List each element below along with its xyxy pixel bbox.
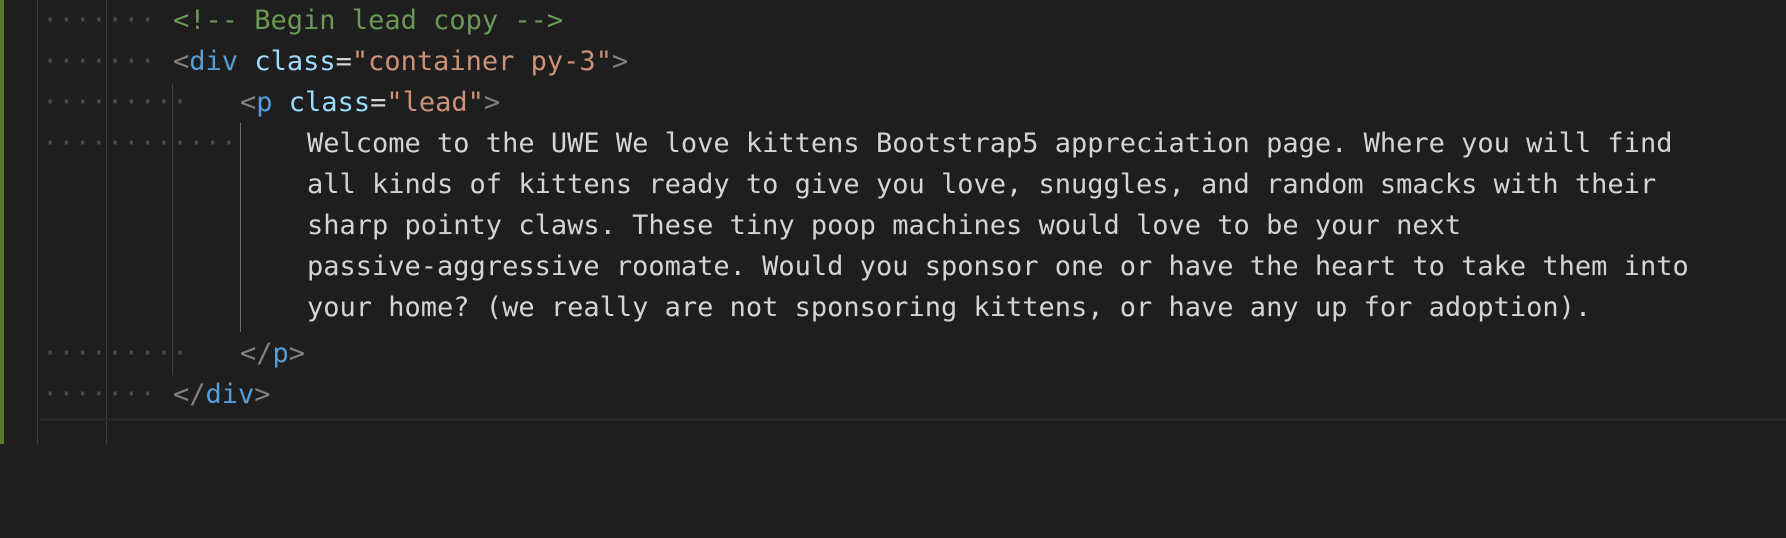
paragraph-text-line: sharp pointy claws. These tiny poop mach…	[307, 210, 1462, 241]
code-line-5[interactable]: all kinds of kittens ready to give you l…	[0, 164, 1786, 205]
whitespace-indent: ·········	[42, 338, 189, 369]
code-line-2[interactable]: ······· <div class="container py-3">	[0, 41, 1786, 82]
code-line-8[interactable]: your home? (we really are not sponsoring…	[0, 287, 1786, 328]
tag-close-bracket: >	[483, 87, 501, 118]
tag-name-p: p	[256, 87, 273, 118]
paragraph-text-line: your home? (we really are not sponsoring…	[307, 292, 1592, 323]
code-line-6[interactable]: sharp pointy claws. These tiny poop mach…	[0, 205, 1786, 246]
whitespace-indent: ·······	[42, 46, 156, 77]
code-line-1[interactable]: ······· <!-- Begin lead copy -->	[0, 0, 1786, 41]
tag-close-bracket: >	[254, 379, 271, 410]
paragraph-text-line: all kinds of kittens ready to give you l…	[307, 169, 1657, 200]
tag-name-div: div	[205, 379, 255, 410]
tag-open-bracket: </	[173, 379, 206, 410]
code-line-10[interactable]: ······· </div>	[0, 374, 1786, 415]
code-editor[interactable]: ······· <!-- Begin lead copy --> ·······…	[0, 0, 1786, 444]
tag-open-bracket: <	[173, 46, 190, 77]
attribute-name: class	[254, 46, 336, 77]
tag-close-bracket: >	[288, 338, 306, 369]
tag-name-div: div	[189, 46, 239, 77]
code-line-3[interactable]: ········· <p class="lead">	[0, 82, 1786, 123]
current-line-highlight	[40, 418, 1786, 421]
attribute-equals: =	[335, 46, 352, 77]
tag-close-bracket: >	[611, 46, 629, 77]
code-line-7[interactable]: passive-aggressive roomate. Would you sp…	[0, 246, 1786, 287]
whitespace-indent: ············	[42, 128, 238, 159]
attribute-value: "lead"	[386, 87, 484, 118]
code-line-9[interactable]: ········· </p>	[0, 333, 1786, 374]
attribute-value: "container py-3"	[351, 46, 612, 77]
tag-open-bracket: <	[240, 87, 257, 118]
attribute-equals: =	[370, 87, 387, 118]
tag-open-bracket: </	[240, 338, 273, 369]
paragraph-text-line: passive-aggressive roomate. Would you sp…	[307, 251, 1689, 282]
tag-name-p: p	[272, 338, 289, 369]
whitespace-indent: ·······	[42, 5, 156, 36]
whitespace-indent: ·······	[42, 379, 156, 410]
whitespace-indent: ·········	[42, 87, 189, 118]
code-line-4[interactable]: ············ Welcome to the UWE We love …	[0, 123, 1786, 164]
paragraph-text-line: Welcome to the UWE We love kittens Boots…	[307, 128, 1673, 159]
attribute-name: class	[288, 87, 371, 118]
html-comment: <!-- Begin lead copy -->	[173, 5, 564, 36]
